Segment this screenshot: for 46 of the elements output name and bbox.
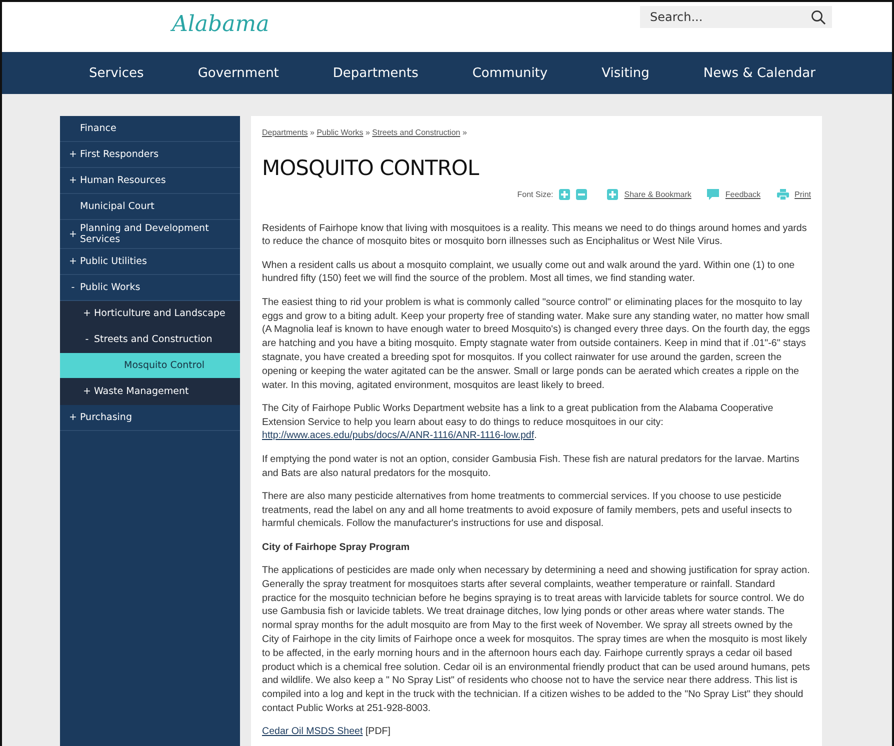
search-icon[interactable] bbox=[811, 10, 826, 25]
paragraph: The easiest thing to rid your problem is what is commonly called "source control" or eliminating places for the mosquito to lay eggs and grow to a biting adult. Keep your property free of standing water. Make sure any standing water, no matter how small (A Magnolia leaf is known to have enough water to breed Mosquito's) is changed every three days. On the fourth day, the eggs are hatching and you have a biting mosquito. Empty stagnate water from outside containers. Keep in mind that if .01"-6" stays stagnate, you have created a breeding spot for mosquitos. If you collect rainwater for use around the garden, screen the opening or keeping the water agitated can be the answer. Small or large ponds can be aerated which creates a ripple on the water. In this moving, agitated environment, mosquitos are least likely to breed. bbox=[262, 296, 811, 392]
print-link[interactable]: Print bbox=[794, 188, 811, 202]
document-link[interactable]: Cedar Oil MSDS Sheet bbox=[262, 726, 363, 738]
page-title: MOSQUITO CONTROL bbox=[262, 156, 480, 180]
sidebar-item[interactable]: Mosquito Control bbox=[60, 353, 240, 379]
paragraph: The City of Fairhope Public Works Department website has a link to a great publication from the Alabama Cooperative Extension Service to help you learn about easy to do things to reduce mosquitoes in our city: http://www.aces.edu/pubs/docs/A/ANR-1116/ANR-1116-low.pdf. bbox=[262, 402, 774, 444]
nav-link[interactable]: Departments bbox=[318, 66, 432, 80]
breadcrumb-separator: » bbox=[365, 128, 370, 137]
plus-icon[interactable] bbox=[607, 189, 618, 200]
nav-link[interactable]: Services bbox=[75, 66, 158, 80]
paragraph: There are also many pesticide alternatives from home treatments to commercial services. If you choose to use pesticide treatments, read the label on any and all home treatments to avoid exposure of family members, pets and useful insects to harmful chemicals. Follow the manufacturer's instructions for use and disposal. bbox=[262, 490, 793, 532]
nav-link[interactable]: Government bbox=[184, 66, 293, 80]
breadcrumb-link[interactable]: Public Works bbox=[316, 128, 364, 137]
paragraph: Residents of Fairhope know that living with mosquitoes is a reality. This means we need to do things around homes and yards to reduce the chance of mosquito bites or mosquito born illnesses such as Enciphalitus or West Nile Virus. bbox=[262, 222, 808, 250]
paragraph: When a resident calls us about a mosquito complaint, we usually come out and walk around the yard. Within one (1) to one hundred fifty (150) feet we will find the source of the problem. Most all times, we find standing water. bbox=[262, 258, 796, 286]
font-size-label: Font Size: bbox=[517, 188, 554, 201]
search-field[interactable]: Search... bbox=[640, 6, 832, 28]
printer-icon[interactable] bbox=[776, 189, 789, 200]
nav-link[interactable]: Community bbox=[458, 66, 562, 80]
breadcrumb-link[interactable]: Streets and Construction bbox=[372, 128, 460, 137]
sidebar-item[interactable]: + Purchasing bbox=[60, 405, 240, 431]
sidebar-item[interactable]: + Human Resources bbox=[60, 168, 240, 194]
nav-link[interactable]: Visiting bbox=[588, 66, 664, 80]
paragraph: If emptying the pond water is not an option, consider Gambusia Fish. These fish are natural predators for the larvae. Martins and Bats are also natural predators for the mosquito. bbox=[262, 452, 800, 480]
font-decrease-icon[interactable] bbox=[576, 189, 588, 200]
feedback-link[interactable]: Feedback bbox=[725, 188, 761, 202]
breadcrumb-separator: » bbox=[310, 128, 314, 137]
nav-link[interactable]: News & Calendar bbox=[689, 66, 830, 80]
document-link[interactable]: http://www.aces.edu/pubs/docs/A/ANR-1116/ANR-1116-low.pdf bbox=[262, 430, 534, 442]
paragraph: Cedar Oil MSDS Sheet [PDF] bbox=[262, 725, 392, 740]
breadcrumb-link[interactable]: Departments bbox=[262, 128, 308, 137]
sidebar-item[interactable]: + Horticulture and Landscape bbox=[60, 301, 240, 327]
sidebar-item[interactable]: + First Responders bbox=[60, 142, 240, 168]
sidebar-item[interactable]: Municipal Court bbox=[60, 194, 240, 220]
sidebar-item[interactable]: Finance bbox=[60, 116, 240, 142]
sidebar-item[interactable]: - Streets and Construction bbox=[60, 327, 240, 353]
paragraph: The applications of pesticides are made only when necessary by determining a need and showing justification for spray action. Generally the spray treatment for mosquitoes starts after several complaints, weather temperature or rainfall. Standard practice for the mosquito technician before he begins spraying is to treat areas with larvicide tablets for source control. We do use Gambusia fish or lavicide tablets. We treat drainage ditches, low lying ponds or other areas where water stands. The normal spray months for the adult mosquito are from May to the first week of November. We spray all streets owned by the City of Fairhope in the city limits of Fairhope once a week for mosquitos. The spray times are when the mosquito is most likely to be affected, in the early morning hours and in the afternoon hours each day. Fairhope currently sprays a cedar oil based product which is a chemical free solution. Cedar oil is an environmental friendly product that can be used around humans, pets and wildlife. We also keep a " No Spray List" of residents who choose not to have the service near there address. This list is compiled into a log and kept in the truck with the technician. If a citizen wishes to be added to the "No Spray List" they should contact Public Works at 251-928-8003. bbox=[262, 564, 811, 716]
breadcrumb-separator: » bbox=[462, 128, 467, 137]
logo-script: Alabama bbox=[172, 12, 270, 37]
share-link[interactable]: Share & Bookmark bbox=[624, 188, 692, 202]
font-increase-icon[interactable] bbox=[559, 189, 570, 200]
section-heading: City of Fairhope Spray Program bbox=[262, 540, 411, 555]
sidebar-item[interactable]: + Public Utilities bbox=[60, 249, 240, 275]
sidebar-item[interactable]: + Waste Management bbox=[60, 379, 240, 405]
speech-bubble-icon[interactable] bbox=[707, 189, 720, 200]
